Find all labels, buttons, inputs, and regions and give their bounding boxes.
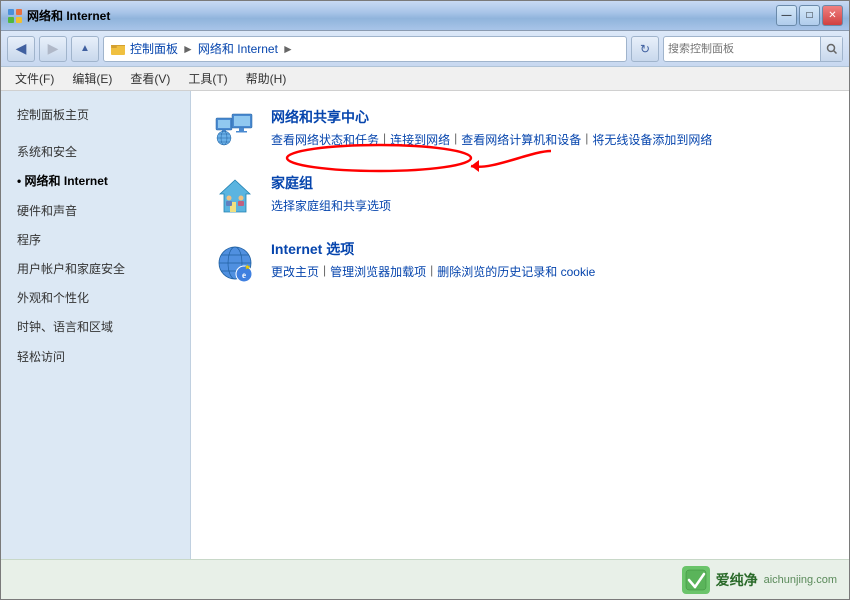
forward-button[interactable]: ▶	[39, 36, 67, 62]
watermark: 爱纯净 aichunjing.com	[682, 566, 837, 594]
section-homegroup: 家庭组 选择家庭组和共享选项	[211, 173, 829, 221]
link-homegroup-sharing[interactable]: 选择家庭组和共享选项	[271, 197, 391, 214]
title-bar: 网络和 Internet — □ ✕	[1, 1, 849, 31]
search-button[interactable]	[820, 37, 842, 61]
menu-tools[interactable]: 工具(T)	[180, 68, 235, 89]
window-title: 网络和 Internet	[27, 7, 110, 24]
link-delete-history[interactable]: 删除浏览的历史记录和 cookie	[437, 263, 595, 280]
breadcrumb-controlpanel[interactable]: 控制面板	[130, 40, 178, 57]
homegroup-links: 选择家庭组和共享选项	[271, 197, 829, 214]
menu-bar: 文件(F) 编辑(E) 查看(V) 工具(T) 帮助(H)	[1, 67, 849, 91]
breadcrumb-text: 控制面板 ► 网络和 Internet ►	[130, 40, 294, 57]
sidebar-item-accounts[interactable]: 用户帐户和家庭安全	[1, 255, 190, 284]
network-sharing-title[interactable]: 网络和共享中心	[271, 107, 829, 127]
minimize-button[interactable]: —	[776, 5, 797, 26]
internet-options-links: 更改主页 | 管理浏览器加载项 | 删除浏览的历史记录和 cookie	[271, 263, 829, 280]
sidebar-item-home[interactable]: 控制面板主页	[1, 101, 190, 130]
internet-options-title[interactable]: Internet 选项	[271, 239, 829, 259]
link-change-homepage[interactable]: 更改主页	[271, 263, 319, 280]
network-sharing-links: 查看网络状态和任务 | 连接到网络 | 查看网络计算机和设备 | 将无线设备添加…	[271, 131, 829, 148]
sidebar-item-appearance[interactable]: 外观和个性化	[1, 284, 190, 313]
title-bar-left: 网络和 Internet	[7, 7, 776, 24]
network-sharing-icon	[211, 107, 259, 155]
menu-help[interactable]: 帮助(H)	[238, 68, 295, 89]
link-manage-addons[interactable]: 管理浏览器加载项	[330, 263, 426, 280]
window-controls: — □ ✕	[776, 5, 843, 26]
homegroup-icon-wrap	[211, 173, 259, 221]
network-sharing-content: 网络和共享中心 查看网络状态和任务 | 连接到网络 | 查看网络计算机和设备 |…	[271, 107, 829, 148]
sidebar-item-hardware[interactable]: 硬件和声音	[1, 197, 190, 226]
menu-edit[interactable]: 编辑(E)	[64, 68, 120, 89]
sidebar: 控制面板主页 系统和安全 网络和 Internet 硬件和声音 程序 用户帐户和…	[1, 91, 191, 559]
link-view-network-computers[interactable]: 查看网络计算机和设备	[461, 131, 581, 148]
up-button[interactable]: ▲	[71, 36, 99, 62]
main-panel: 网络和共享中心 查看网络状态和任务 | 连接到网络 | 查看网络计算机和设备 |…	[191, 91, 849, 321]
maximize-button[interactable]: □	[799, 5, 820, 26]
link-view-network-status[interactable]: 查看网络状态和任务	[271, 131, 379, 148]
refresh-button[interactable]: ↻	[631, 36, 659, 62]
sidebar-item-programs[interactable]: 程序	[1, 226, 190, 255]
sidebar-item-clock[interactable]: 时钟、语言和区域	[1, 313, 190, 342]
search-input[interactable]	[664, 43, 820, 55]
internet-options-content: Internet 选项 更改主页 | 管理浏览器加载项 | 删除浏览的历史记录和…	[271, 239, 829, 280]
watermark-url: aichunjing.com	[764, 574, 837, 586]
link-add-wireless-device[interactable]: 将无线设备添加到网络	[592, 131, 712, 148]
back-button[interactable]: ◀	[7, 36, 35, 62]
main-window: 网络和 Internet — □ ✕ ◀ ▶ ▲ 控制面板 ► 网络和 Inte…	[0, 0, 850, 600]
section-network-sharing: 网络和共享中心 查看网络状态和任务 | 连接到网络 | 查看网络计算机和设备 |…	[211, 107, 829, 155]
breadcrumb-network[interactable]: 网络和 Internet	[198, 40, 278, 57]
svg-text:e: e	[242, 270, 246, 280]
watermark-label: 爱纯净	[716, 570, 758, 590]
sidebar-item-network[interactable]: 网络和 Internet	[1, 167, 190, 196]
controlpanel-icon	[7, 8, 23, 24]
close-button[interactable]: ✕	[822, 5, 843, 26]
main-panel-wrapper: 网络和共享中心 查看网络状态和任务 | 连接到网络 | 查看网络计算机和设备 |…	[191, 91, 849, 559]
content-area: 控制面板主页 系统和安全 网络和 Internet 硬件和声音 程序 用户帐户和…	[1, 91, 849, 559]
watermark-icon	[682, 566, 710, 594]
folder-icon	[110, 41, 126, 57]
footer: 爱纯净 aichunjing.com	[1, 559, 849, 599]
menu-view[interactable]: 查看(V)	[122, 68, 178, 89]
sidebar-item-system[interactable]: 系统和安全	[1, 138, 190, 167]
search-icon	[826, 43, 838, 55]
homegroup-title[interactable]: 家庭组	[271, 173, 829, 193]
section-internet-options: e Internet 选项 更改主页 | 管理浏览器加载项 | 删除浏览的历史记	[211, 239, 829, 287]
internet-options-icon-wrap: e	[211, 239, 259, 287]
link-connect-to-network[interactable]: 连接到网络	[390, 131, 450, 148]
address-bar: ◀ ▶ ▲ 控制面板 ► 网络和 Internet ► ↻	[1, 31, 849, 67]
menu-file[interactable]: 文件(F)	[7, 68, 62, 89]
sidebar-divider-1	[1, 130, 190, 138]
search-bar	[663, 36, 843, 62]
homegroup-content: 家庭组 选择家庭组和共享选项	[271, 173, 829, 214]
breadcrumb-bar: 控制面板 ► 网络和 Internet ►	[103, 36, 627, 62]
sidebar-item-accessibility[interactable]: 轻松访问	[1, 343, 190, 372]
